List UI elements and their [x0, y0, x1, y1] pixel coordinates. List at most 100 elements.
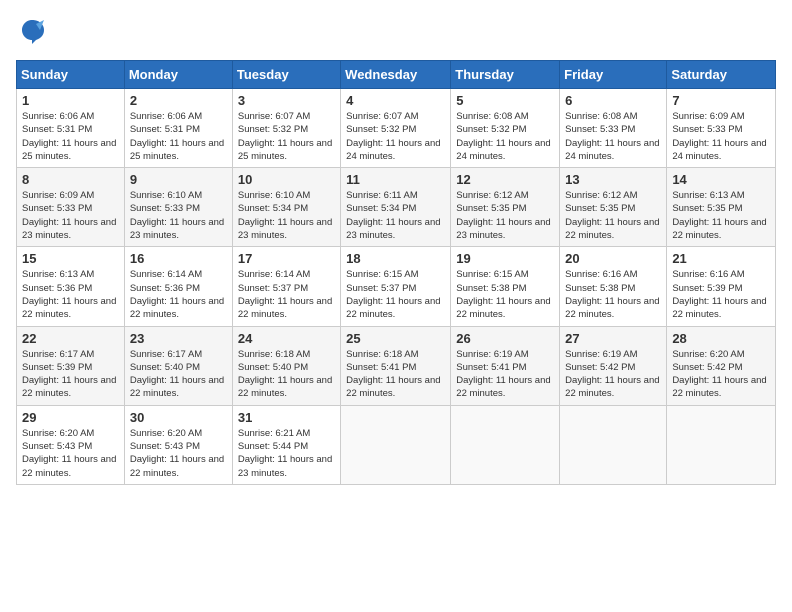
day-info: Sunrise: 6:14 AM Sunset: 5:37 PM Dayligh…: [238, 268, 335, 321]
calendar-cell: 23 Sunrise: 6:17 AM Sunset: 5:40 PM Dayl…: [124, 326, 232, 405]
day-number: 8: [22, 172, 119, 187]
day-info: Sunrise: 6:13 AM Sunset: 5:35 PM Dayligh…: [672, 189, 770, 242]
day-info: Sunrise: 6:08 AM Sunset: 5:33 PM Dayligh…: [565, 110, 661, 163]
calendar-cell: 2 Sunrise: 6:06 AM Sunset: 5:31 PM Dayli…: [124, 89, 232, 168]
day-number: 17: [238, 251, 335, 266]
calendar-cell: 20 Sunrise: 6:16 AM Sunset: 5:38 PM Dayl…: [560, 247, 667, 326]
day-number: 12: [456, 172, 554, 187]
calendar-cell: 15 Sunrise: 6:13 AM Sunset: 5:36 PM Dayl…: [17, 247, 125, 326]
calendar-cell: 13 Sunrise: 6:12 AM Sunset: 5:35 PM Dayl…: [560, 168, 667, 247]
calendar-cell: 27 Sunrise: 6:19 AM Sunset: 5:42 PM Dayl…: [560, 326, 667, 405]
calendar-cell: 17 Sunrise: 6:14 AM Sunset: 5:37 PM Dayl…: [232, 247, 340, 326]
calendar-week-row: 8 Sunrise: 6:09 AM Sunset: 5:33 PM Dayli…: [17, 168, 776, 247]
calendar-header-tuesday: Tuesday: [232, 61, 340, 89]
calendar-cell: 31 Sunrise: 6:21 AM Sunset: 5:44 PM Dayl…: [232, 405, 340, 484]
calendar-cell: 19 Sunrise: 6:15 AM Sunset: 5:38 PM Dayl…: [451, 247, 560, 326]
day-info: Sunrise: 6:06 AM Sunset: 5:31 PM Dayligh…: [130, 110, 227, 163]
day-info: Sunrise: 6:20 AM Sunset: 5:42 PM Dayligh…: [672, 348, 770, 401]
calendar-table: SundayMondayTuesdayWednesdayThursdayFrid…: [16, 60, 776, 485]
day-info: Sunrise: 6:09 AM Sunset: 5:33 PM Dayligh…: [672, 110, 770, 163]
calendar-cell: 5 Sunrise: 6:08 AM Sunset: 5:32 PM Dayli…: [451, 89, 560, 168]
logo: [16, 16, 52, 48]
day-number: 11: [346, 172, 445, 187]
calendar-cell: 1 Sunrise: 6:06 AM Sunset: 5:31 PM Dayli…: [17, 89, 125, 168]
day-info: Sunrise: 6:10 AM Sunset: 5:33 PM Dayligh…: [130, 189, 227, 242]
calendar-header-monday: Monday: [124, 61, 232, 89]
calendar-cell: 11 Sunrise: 6:11 AM Sunset: 5:34 PM Dayl…: [341, 168, 451, 247]
calendar-header-friday: Friday: [560, 61, 667, 89]
calendar-cell: 16 Sunrise: 6:14 AM Sunset: 5:36 PM Dayl…: [124, 247, 232, 326]
day-number: 29: [22, 410, 119, 425]
calendar-week-row: 1 Sunrise: 6:06 AM Sunset: 5:31 PM Dayli…: [17, 89, 776, 168]
calendar-cell: 28 Sunrise: 6:20 AM Sunset: 5:42 PM Dayl…: [667, 326, 776, 405]
day-info: Sunrise: 6:06 AM Sunset: 5:31 PM Dayligh…: [22, 110, 119, 163]
calendar-cell: 30 Sunrise: 6:20 AM Sunset: 5:43 PM Dayl…: [124, 405, 232, 484]
day-info: Sunrise: 6:21 AM Sunset: 5:44 PM Dayligh…: [238, 427, 335, 480]
calendar-cell: 3 Sunrise: 6:07 AM Sunset: 5:32 PM Dayli…: [232, 89, 340, 168]
calendar-cell: 9 Sunrise: 6:10 AM Sunset: 5:33 PM Dayli…: [124, 168, 232, 247]
day-number: 14: [672, 172, 770, 187]
day-info: Sunrise: 6:10 AM Sunset: 5:34 PM Dayligh…: [238, 189, 335, 242]
calendar-cell: [560, 405, 667, 484]
day-number: 20: [565, 251, 661, 266]
day-number: 23: [130, 331, 227, 346]
day-info: Sunrise: 6:18 AM Sunset: 5:41 PM Dayligh…: [346, 348, 445, 401]
page-header: [16, 16, 776, 48]
day-info: Sunrise: 6:16 AM Sunset: 5:38 PM Dayligh…: [565, 268, 661, 321]
day-info: Sunrise: 6:13 AM Sunset: 5:36 PM Dayligh…: [22, 268, 119, 321]
calendar-cell: 14 Sunrise: 6:13 AM Sunset: 5:35 PM Dayl…: [667, 168, 776, 247]
day-info: Sunrise: 6:19 AM Sunset: 5:42 PM Dayligh…: [565, 348, 661, 401]
day-info: Sunrise: 6:11 AM Sunset: 5:34 PM Dayligh…: [346, 189, 445, 242]
calendar-cell: 29 Sunrise: 6:20 AM Sunset: 5:43 PM Dayl…: [17, 405, 125, 484]
day-info: Sunrise: 6:16 AM Sunset: 5:39 PM Dayligh…: [672, 268, 770, 321]
calendar-cell: 4 Sunrise: 6:07 AM Sunset: 5:32 PM Dayli…: [341, 89, 451, 168]
calendar-cell: 21 Sunrise: 6:16 AM Sunset: 5:39 PM Dayl…: [667, 247, 776, 326]
calendar-header-wednesday: Wednesday: [341, 61, 451, 89]
day-info: Sunrise: 6:07 AM Sunset: 5:32 PM Dayligh…: [346, 110, 445, 163]
day-number: 6: [565, 93, 661, 108]
day-number: 9: [130, 172, 227, 187]
day-number: 27: [565, 331, 661, 346]
day-number: 26: [456, 331, 554, 346]
calendar-header-sunday: Sunday: [17, 61, 125, 89]
calendar-week-row: 15 Sunrise: 6:13 AM Sunset: 5:36 PM Dayl…: [17, 247, 776, 326]
day-info: Sunrise: 6:14 AM Sunset: 5:36 PM Dayligh…: [130, 268, 227, 321]
day-info: Sunrise: 6:12 AM Sunset: 5:35 PM Dayligh…: [565, 189, 661, 242]
day-info: Sunrise: 6:12 AM Sunset: 5:35 PM Dayligh…: [456, 189, 554, 242]
day-number: 28: [672, 331, 770, 346]
day-number: 13: [565, 172, 661, 187]
day-info: Sunrise: 6:08 AM Sunset: 5:32 PM Dayligh…: [456, 110, 554, 163]
day-info: Sunrise: 6:19 AM Sunset: 5:41 PM Dayligh…: [456, 348, 554, 401]
calendar-header-saturday: Saturday: [667, 61, 776, 89]
day-number: 3: [238, 93, 335, 108]
calendar-header-thursday: Thursday: [451, 61, 560, 89]
calendar-header-row: SundayMondayTuesdayWednesdayThursdayFrid…: [17, 61, 776, 89]
day-info: Sunrise: 6:20 AM Sunset: 5:43 PM Dayligh…: [130, 427, 227, 480]
day-number: 2: [130, 93, 227, 108]
day-number: 15: [22, 251, 119, 266]
calendar-cell: 7 Sunrise: 6:09 AM Sunset: 5:33 PM Dayli…: [667, 89, 776, 168]
day-number: 22: [22, 331, 119, 346]
calendar-week-row: 29 Sunrise: 6:20 AM Sunset: 5:43 PM Dayl…: [17, 405, 776, 484]
calendar-cell: 24 Sunrise: 6:18 AM Sunset: 5:40 PM Dayl…: [232, 326, 340, 405]
day-number: 1: [22, 93, 119, 108]
day-info: Sunrise: 6:09 AM Sunset: 5:33 PM Dayligh…: [22, 189, 119, 242]
day-number: 5: [456, 93, 554, 108]
calendar-cell: 10 Sunrise: 6:10 AM Sunset: 5:34 PM Dayl…: [232, 168, 340, 247]
day-info: Sunrise: 6:20 AM Sunset: 5:43 PM Dayligh…: [22, 427, 119, 480]
day-info: Sunrise: 6:15 AM Sunset: 5:38 PM Dayligh…: [456, 268, 554, 321]
calendar-cell: 6 Sunrise: 6:08 AM Sunset: 5:33 PM Dayli…: [560, 89, 667, 168]
day-info: Sunrise: 6:17 AM Sunset: 5:39 PM Dayligh…: [22, 348, 119, 401]
calendar-cell: 22 Sunrise: 6:17 AM Sunset: 5:39 PM Dayl…: [17, 326, 125, 405]
day-number: 4: [346, 93, 445, 108]
calendar-cell: [451, 405, 560, 484]
day-info: Sunrise: 6:18 AM Sunset: 5:40 PM Dayligh…: [238, 348, 335, 401]
logo-icon: [16, 16, 48, 48]
calendar-cell: [667, 405, 776, 484]
calendar-cell: 12 Sunrise: 6:12 AM Sunset: 5:35 PM Dayl…: [451, 168, 560, 247]
calendar-cell: [341, 405, 451, 484]
calendar-cell: 8 Sunrise: 6:09 AM Sunset: 5:33 PM Dayli…: [17, 168, 125, 247]
day-number: 25: [346, 331, 445, 346]
day-number: 24: [238, 331, 335, 346]
calendar-cell: 18 Sunrise: 6:15 AM Sunset: 5:37 PM Dayl…: [341, 247, 451, 326]
